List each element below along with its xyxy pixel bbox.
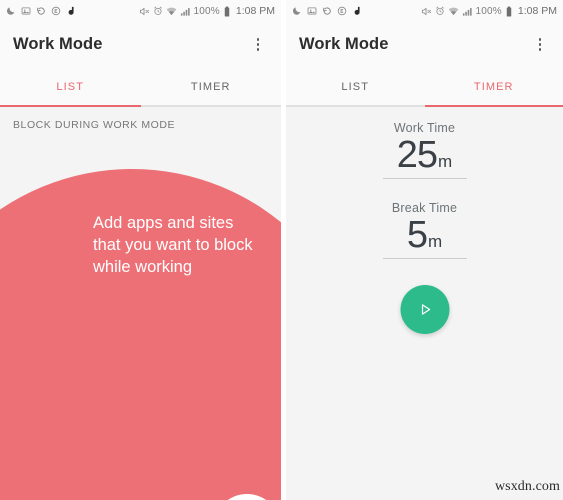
screenshot-icon bbox=[307, 6, 317, 16]
tab-list[interactable]: LIST bbox=[0, 67, 141, 107]
status-bar-right-icons: 100% 1:08 PM bbox=[139, 5, 275, 17]
status-bar-left: 100% 1:08 PM bbox=[0, 0, 281, 22]
tab-bar-left: LIST TIMER bbox=[0, 67, 281, 107]
do-not-disturb-moon-icon bbox=[292, 6, 302, 16]
app-d-icon bbox=[66, 6, 77, 17]
play-icon bbox=[421, 304, 430, 315]
page-title: Work Mode bbox=[299, 35, 389, 53]
screenshot-icon bbox=[21, 6, 31, 16]
status-bar-right: 100% 1:08 PM bbox=[286, 0, 563, 22]
mute-icon bbox=[139, 6, 150, 17]
list-tab-content: BLOCK DURING WORK MODE Add apps and site… bbox=[0, 107, 281, 500]
tab-active-indicator bbox=[424, 104, 563, 107]
page-title: Work Mode bbox=[13, 35, 103, 53]
signal-bars-icon bbox=[180, 6, 191, 17]
left-phone-screen: 100% 1:08 PM Work Mode LIST TIMER BLOCK … bbox=[0, 0, 281, 500]
app-bar-right: Work Mode bbox=[286, 22, 563, 67]
status-bar-right-icons: 100% 1:08 PM bbox=[421, 5, 557, 17]
section-header-block-during-work-mode: BLOCK DURING WORK MODE bbox=[13, 119, 176, 131]
circle-e-icon bbox=[337, 6, 347, 16]
status-bar-left-icons bbox=[292, 6, 363, 17]
sync-rotate-icon bbox=[36, 6, 46, 16]
work-time-value: 25 bbox=[396, 134, 438, 176]
timer-tab-content: Work Time 25 m Break Time 5 m bbox=[286, 107, 563, 500]
app-d-icon bbox=[352, 6, 363, 17]
overflow-menu-icon[interactable] bbox=[247, 31, 269, 59]
break-time-stepper[interactable]: 5 m bbox=[406, 214, 443, 256]
work-time-unit: m bbox=[438, 152, 453, 171]
alarm-clock-icon bbox=[435, 6, 445, 16]
battery-percent-label: 100% bbox=[193, 5, 220, 17]
circle-e-icon bbox=[51, 6, 61, 16]
start-timer-fab[interactable] bbox=[400, 285, 449, 334]
status-bar-clock: 1:08 PM bbox=[235, 5, 275, 17]
work-time-section: Work Time 25 m bbox=[286, 121, 563, 179]
status-bar-left-icons bbox=[6, 6, 77, 17]
right-phone-screen: 100% 1:08 PM Work Mode LIST TIMER Work T… bbox=[286, 0, 563, 500]
signal-bars-icon bbox=[462, 6, 473, 17]
work-time-label: Work Time bbox=[393, 121, 456, 135]
tab-active-indicator bbox=[0, 104, 141, 107]
break-time-underline bbox=[382, 257, 467, 259]
mute-icon bbox=[421, 6, 432, 17]
dual-screenshot-container: 100% 1:08 PM Work Mode LIST TIMER BLOCK … bbox=[0, 0, 563, 500]
battery-percent-label: 100% bbox=[475, 5, 502, 17]
sync-rotate-icon bbox=[322, 6, 332, 16]
break-time-value: 5 bbox=[406, 214, 428, 256]
battery-full-icon bbox=[223, 6, 231, 17]
overflow-menu-icon[interactable] bbox=[529, 31, 551, 59]
app-bar-left: Work Mode bbox=[0, 22, 281, 67]
break-time-unit: m bbox=[427, 232, 443, 251]
battery-full-icon bbox=[505, 6, 513, 17]
tab-bar-right: LIST TIMER bbox=[286, 67, 563, 107]
wifi-icon bbox=[166, 6, 177, 17]
do-not-disturb-moon-icon bbox=[6, 6, 16, 16]
wifi-icon bbox=[448, 6, 459, 17]
work-time-underline bbox=[382, 177, 467, 179]
tab-list[interactable]: LIST bbox=[286, 67, 425, 107]
status-bar-clock: 1:08 PM bbox=[517, 5, 557, 17]
break-time-label: Break Time bbox=[391, 201, 458, 215]
empty-state-message: Add apps and sites that you want to bloc… bbox=[93, 214, 253, 276]
work-time-stepper[interactable]: 25 m bbox=[396, 134, 453, 176]
break-time-section: Break Time 5 m bbox=[286, 201, 563, 259]
tab-timer[interactable]: TIMER bbox=[425, 67, 563, 107]
tab-timer[interactable]: TIMER bbox=[141, 67, 282, 107]
alarm-clock-icon bbox=[153, 6, 163, 16]
watermark: wsxdn.com bbox=[494, 479, 560, 494]
